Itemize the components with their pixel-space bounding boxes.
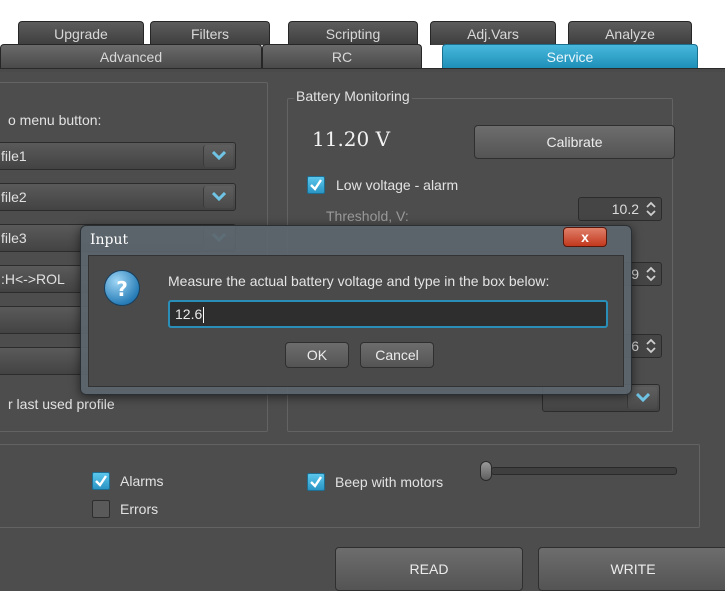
profile-combo-1[interactable]: file1 [0, 142, 236, 170]
menu-button-label: o menu button: [8, 112, 102, 128]
voltage-input-value: 12.6 [175, 306, 203, 322]
low-voltage-label: Low voltage - alarm [336, 177, 459, 193]
cancel-button[interactable]: Cancel [360, 342, 434, 368]
dialog-close-button[interactable]: x [563, 227, 607, 247]
tab-advanced[interactable]: Advanced [0, 44, 262, 68]
profile-combo-2[interactable]: file2 [0, 183, 236, 211]
tab-upgrade[interactable]: Upgrade [18, 21, 144, 45]
beep-with-motors-checkbox[interactable] [307, 473, 325, 491]
question-icon: ? [104, 270, 140, 306]
low-voltage-checkbox[interactable] [307, 176, 325, 194]
spin-arrows-icon[interactable] [644, 265, 658, 283]
chevron-down-icon[interactable] [203, 145, 233, 167]
spin-arrows-icon[interactable] [644, 337, 658, 355]
tab-filters[interactable]: Filters [150, 21, 270, 45]
spin-arrows-icon[interactable] [644, 200, 658, 218]
tab-rc[interactable]: RC [262, 44, 422, 68]
profile-combo-3-value: file3 [1, 230, 27, 246]
tab-bar: Upgrade Filters Scripting Adj.Vars Analy… [0, 0, 725, 72]
alarms-checkbox[interactable] [92, 472, 110, 490]
threshold-label: Threshold, V: [326, 208, 409, 224]
text-caret [203, 307, 205, 324]
ok-button[interactable]: OK [285, 342, 349, 368]
dialog-title: Input [90, 232, 129, 248]
errors-label: Errors [120, 501, 159, 517]
close-icon: x [581, 229, 589, 245]
chevron-down-icon[interactable] [203, 186, 233, 208]
battery-group-title: Battery Monitoring [294, 88, 412, 104]
threshold-value: 10.2 [611, 201, 639, 217]
tab-underline [0, 68, 725, 72]
read-button[interactable]: READ [335, 547, 523, 591]
voltage-spinbox-2-value: 9 [631, 266, 639, 282]
tab-service[interactable]: Service [442, 44, 698, 68]
battery-voltage-readout: 11.20 V [312, 127, 391, 151]
tab-analyze[interactable]: Analyze [568, 21, 692, 45]
voltage-input[interactable]: 12.6 [168, 300, 608, 328]
last-used-profile-label: r last used profile [8, 396, 115, 412]
profile-combo-2-value: file2 [1, 189, 27, 205]
alarms-label: Alarms [120, 473, 164, 489]
question-glyph: ? [116, 277, 128, 301]
dialog-body: ? Measure the actual battery voltage and… [88, 255, 624, 387]
profile-combo-1-value: file1 [1, 148, 27, 164]
dialog-message: Measure the actual battery voltage and t… [168, 273, 550, 289]
threshold-spinbox[interactable]: 10.2 [578, 197, 662, 221]
beep-volume-slider-knob[interactable] [480, 461, 492, 481]
beep-volume-slider-track[interactable] [491, 467, 677, 475]
write-button[interactable]: WRITE [538, 547, 725, 591]
tab-scripting[interactable]: Scripting [288, 21, 418, 45]
voltage-spinbox-3-value: 6 [631, 338, 639, 354]
calibrate-button[interactable]: Calibrate [474, 125, 675, 159]
dialog-titlebar[interactable]: Input x [81, 226, 631, 254]
input-dialog: Input x ? Measure the actual battery vol… [80, 225, 632, 395]
tab-adj-vars[interactable]: Adj.Vars [430, 21, 556, 45]
profile-combo-4-value: :H<->ROL [1, 271, 65, 287]
beep-with-motors-label: Beep with motors [335, 474, 444, 490]
errors-checkbox[interactable] [92, 500, 110, 518]
